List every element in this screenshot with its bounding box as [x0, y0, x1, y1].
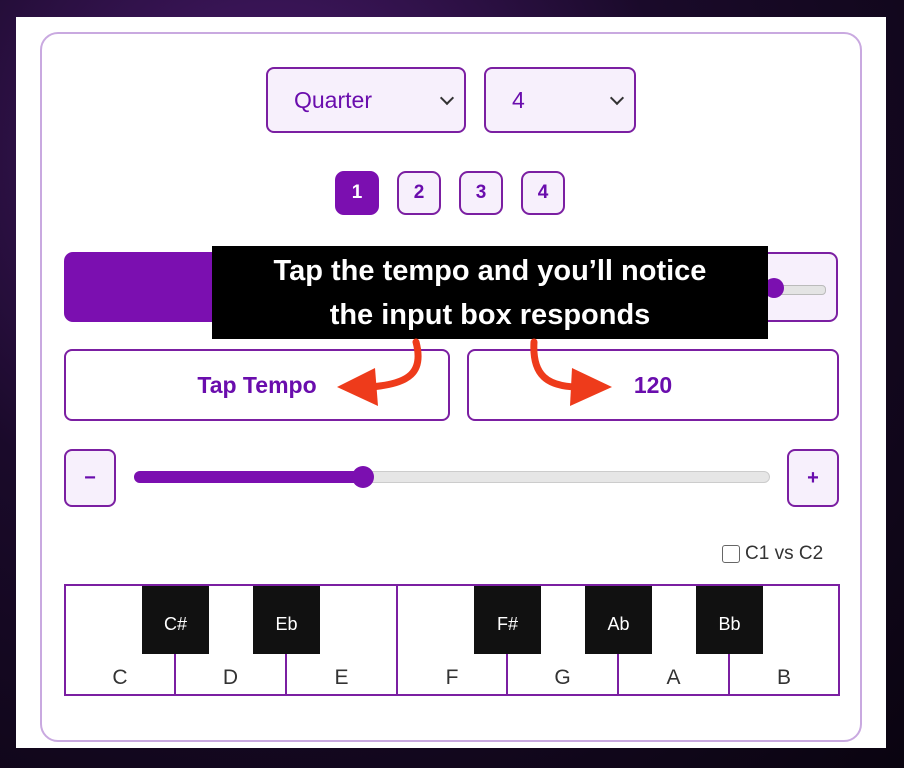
beats-select[interactable]: 4 — [484, 67, 636, 133]
beats-select-value: 4 — [512, 86, 525, 113]
callout-line-2: the input box responds — [329, 298, 651, 331]
compare-label: C1 vs C2 — [745, 543, 824, 564]
compare-checkbox[interactable] — [722, 545, 740, 563]
key-label: Bb — [718, 614, 741, 634]
tap-tempo-button[interactable]: Tap Tempo — [64, 349, 450, 421]
bpm-input[interactable]: 120 — [467, 349, 839, 421]
key-label: Eb — [275, 614, 298, 634]
key-label: B — [776, 666, 791, 689]
callout-line-1: Tap the tempo and you’ll notice — [273, 254, 707, 287]
key-label: A — [666, 666, 681, 689]
chevron-down-icon — [609, 90, 625, 106]
beat-button-2[interactable]: 2 — [397, 171, 441, 215]
beat-button-3[interactable]: 3 — [459, 171, 503, 215]
piano-key-a-flat[interactable]: Ab — [585, 586, 652, 654]
piano-key-e-flat[interactable]: Eb — [253, 586, 320, 654]
piano-keyboard: C D E F G A B C# Eb F# Ab Bb — [64, 584, 840, 696]
piano-key-b-flat[interactable]: Bb — [696, 586, 763, 654]
key-label: G — [554, 666, 571, 689]
compare-toggle[interactable]: C1 vs C2 — [722, 543, 823, 565]
key-label: C — [112, 666, 128, 689]
beat-button-1[interactable]: 1 — [335, 171, 379, 215]
key-label: Ab — [607, 614, 630, 634]
piano-key-c-sharp[interactable]: C# — [142, 586, 209, 654]
tempo-slider-thumb[interactable] — [351, 466, 374, 488]
key-label: D — [222, 666, 239, 689]
subdivision-select-value: Quarter — [294, 86, 372, 113]
subdivision-select[interactable]: Quarter — [266, 67, 466, 133]
piano-key-f-sharp[interactable]: F# — [474, 586, 541, 654]
key-label: F# — [496, 614, 518, 634]
increase-tempo-button[interactable]: + — [787, 449, 839, 507]
key-label: F — [445, 666, 459, 689]
key-label: C# — [163, 614, 187, 634]
key-label: E — [334, 666, 349, 689]
beat-button-4[interactable]: 4 — [521, 171, 565, 215]
tutorial-callout: Tap the tempo and you’ll notice the inpu… — [212, 246, 768, 339]
tempo-slider-fill — [134, 471, 363, 483]
decrease-tempo-button[interactable]: − — [64, 449, 116, 507]
chevron-down-icon — [439, 90, 455, 106]
